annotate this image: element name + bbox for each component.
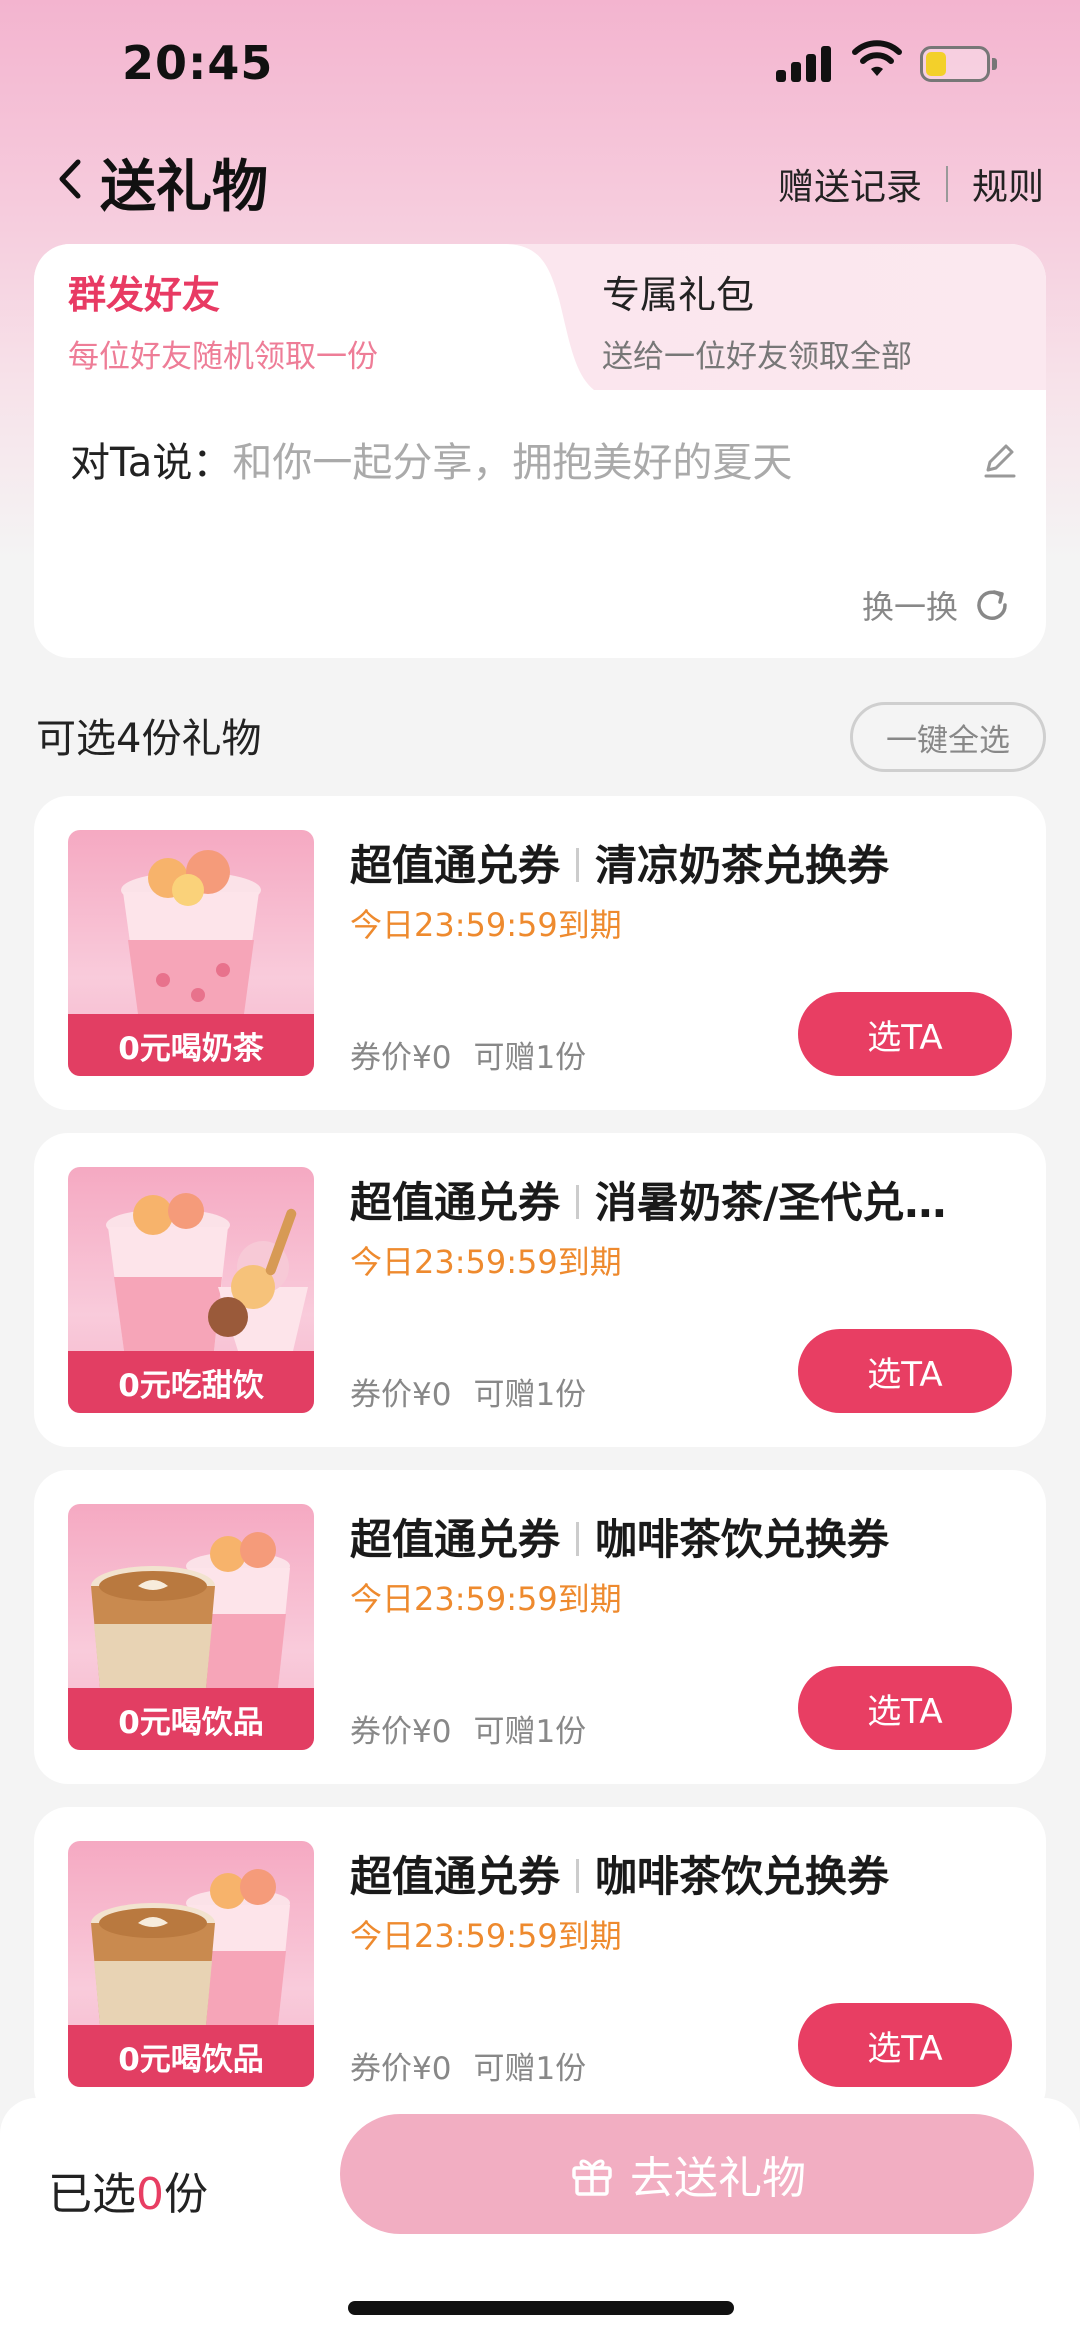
message-label: 对Ta说： [70, 440, 233, 486]
select-gift-button[interactable]: 选TA [798, 1666, 1012, 1750]
gift-tag: 0元喝奶茶 [68, 1014, 314, 1076]
message-text: 和你一起分享，拥抱美好的夏天 [232, 440, 793, 486]
gift-image: 0元吃甜饮 [68, 1167, 314, 1413]
status-bar: 20:45 [0, 0, 1080, 130]
gift-card: 0元吃甜饮 超值通兑券 消暑奶茶/圣代兑… 今日23:59:59到期 券价¥0 可赠… [34, 1133, 1046, 1447]
gift-price: 券价¥0 [350, 1377, 452, 1413]
gift-expire: 今日23:59:59到期 [350, 906, 622, 944]
selected-prefix: 已选 [48, 2169, 136, 2220]
gift-image: 0元喝饮品 [68, 1841, 314, 2087]
gift-title: 超值通兑券 消暑奶茶/圣代兑… [350, 1169, 1030, 1230]
refresh-label: 换一换 [861, 588, 958, 626]
gift-meta: 券价¥0 可赠1份 [350, 2043, 586, 2088]
send-mode-card: 群发好友 每位好友随机领取一份 专属礼包 送给一位好友领取全部 对Ta说：和你一… [34, 244, 1046, 658]
send-gift-button[interactable]: 去送礼物 [340, 2114, 1034, 2234]
gift-icon [572, 2159, 612, 2196]
edit-icon[interactable] [980, 440, 1020, 480]
title-divider [576, 1521, 580, 1556]
selected-count: 0 [136, 2169, 164, 2220]
title-divider [576, 1184, 580, 1219]
tab-group-friends-title: 群发好友 [68, 273, 221, 317]
tab-exclusive-pack-title: 专属礼包 [602, 273, 755, 317]
refresh-message-button[interactable]: 换一换 [862, 582, 1012, 628]
select-gift-button[interactable]: 选TA [798, 992, 1012, 1076]
tab-group-friends[interactable]: 群发好友 每位好友随机领取一份 [68, 264, 378, 376]
gift-title: 超值通兑券 清凉奶茶兑换券 [350, 832, 1030, 893]
refresh-icon [977, 590, 1007, 620]
gift-category: 超值通兑券 [350, 1852, 561, 1901]
wifi-icon [852, 40, 902, 76]
gift-meta: 券价¥0 可赠1份 [350, 1706, 586, 1751]
gift-name: 消暑奶茶/圣代兑… [595, 1178, 947, 1227]
gift-card: 0元喝饮品 超值通兑券 咖啡茶饮兑换券 今日23:59:59到期 券价¥0 可赠1份… [34, 1470, 1046, 1784]
title-divider [576, 847, 580, 882]
message-field[interactable]: 对Ta说：和你一起分享，拥抱美好的夏天 [70, 430, 1020, 490]
battery-icon [920, 46, 998, 82]
select-all-button[interactable]: 一键全选 [850, 702, 1046, 772]
home-indicator [348, 2301, 734, 2315]
gift-price: 券价¥0 [350, 2051, 452, 2087]
gift-price: 券价¥0 [350, 1040, 452, 1076]
title-divider [576, 1858, 580, 1893]
page-title: 送礼物 [100, 155, 268, 220]
gift-category: 超值通兑券 [350, 1178, 561, 1227]
tab-exclusive-pack[interactable]: 专属礼包 送给一位好友领取全部 [602, 264, 912, 376]
select-gift-button[interactable]: 选TA [798, 2003, 1012, 2087]
gift-expire: 今日23:59:59到期 [350, 1243, 622, 1281]
gift-card: 0元喝饮品 超值通兑券 咖啡茶饮兑换券 今日23:59:59到期 券价¥0 可赠1份… [34, 1807, 1046, 2121]
cellular-signal-icon [776, 44, 836, 82]
gift-image: 0元喝奶茶 [68, 830, 314, 1076]
gift-name: 咖啡茶饮兑换券 [595, 1515, 890, 1564]
send-gift-label: 去送礼物 [630, 2153, 806, 2204]
gift-quantity: 可赠1份 [473, 1377, 587, 1413]
gift-title: 超值通兑券 咖啡茶饮兑换券 [350, 1506, 1030, 1567]
gift-meta: 券价¥0 可赠1份 [350, 1032, 586, 1077]
gift-title: 超值通兑券 咖啡茶饮兑换券 [350, 1843, 1030, 1904]
gift-tag: 0元喝饮品 [68, 1688, 314, 1750]
gift-quantity: 可赠1份 [473, 1040, 587, 1076]
gift-card: 0元喝奶茶 超值通兑券 清凉奶茶兑换券 今日23:59:59到期 券价¥0 可赠1份… [34, 796, 1046, 1110]
rules-link[interactable]: 规则 [972, 158, 1044, 210]
navigation-bar: 送礼物 赠送记录 规则 [0, 130, 1080, 240]
tab-exclusive-pack-subtitle: 送给一位好友领取全部 [602, 339, 912, 375]
gift-category: 超值通兑券 [350, 1515, 561, 1564]
status-time: 20:45 [122, 36, 274, 90]
gift-category: 超值通兑券 [350, 841, 561, 890]
gift-name: 咖啡茶饮兑换券 [595, 1852, 890, 1901]
nav-divider [945, 166, 948, 202]
gift-name: 清凉奶茶兑换券 [595, 841, 890, 890]
gift-meta: 券价¥0 可赠1份 [350, 1369, 586, 1414]
selected-suffix: 份 [164, 2169, 208, 2220]
section-title: 可选4份礼物 [36, 716, 262, 762]
gift-tag: 0元吃甜饮 [68, 1351, 314, 1413]
gift-record-link[interactable]: 赠送记录 [778, 158, 922, 210]
gift-image: 0元喝饮品 [68, 1504, 314, 1750]
tab-group-friends-subtitle: 每位好友随机领取一份 [68, 339, 378, 375]
selected-count-text: 已选0份 [48, 2158, 208, 2222]
gift-price: 券价¥0 [350, 1714, 452, 1750]
gift-expire: 今日23:59:59到期 [350, 1580, 622, 1618]
gift-expire: 今日23:59:59到期 [350, 1917, 622, 1955]
gift-quantity: 可赠1份 [473, 2051, 587, 2087]
back-arrow-icon[interactable] [50, 152, 90, 206]
gift-tag: 0元喝饮品 [68, 2025, 314, 2087]
select-gift-button[interactable]: 选TA [798, 1329, 1012, 1413]
gift-quantity: 可赠1份 [473, 1714, 587, 1750]
